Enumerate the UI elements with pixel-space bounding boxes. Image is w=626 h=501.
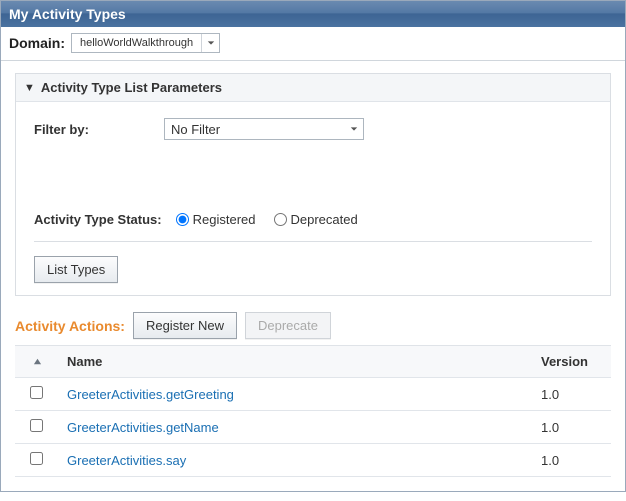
actions-row: Activity Actions: Register New Deprecate [1, 302, 625, 345]
page-title: My Activity Types [1, 1, 625, 27]
col-header-version-label: Version [541, 354, 588, 369]
status-label: Activity Type Status: [34, 212, 162, 227]
status-radio-deprecated-input[interactable] [274, 213, 287, 226]
activity-actions-label: Activity Actions: [15, 318, 125, 334]
activity-link[interactable]: GreeterActivities.say [67, 453, 186, 468]
table-row: GreeterActivities.getGreeting 1.0 [15, 378, 611, 411]
activity-link[interactable]: GreeterActivities.getName [67, 420, 219, 435]
register-new-button[interactable]: Register New [133, 312, 237, 339]
activity-link[interactable]: GreeterActivities.getGreeting [67, 387, 234, 402]
window: My Activity Types Domain: helloWorldWalk… [0, 0, 626, 492]
row-checkbox[interactable] [30, 452, 43, 465]
row-checkbox[interactable] [30, 419, 43, 432]
status-radio-registered-label: Registered [193, 212, 256, 227]
status-radio-registered-input[interactable] [176, 213, 189, 226]
chevron-down-icon [201, 34, 219, 52]
filter-select[interactable]: No Filter [164, 118, 364, 140]
domain-select[interactable]: helloWorldWalkthrough [71, 33, 220, 53]
sort-asc-icon [33, 354, 42, 369]
panel-header[interactable]: ▼ Activity Type List Parameters [16, 74, 610, 102]
params-panel: ▼ Activity Type List Parameters Filter b… [15, 73, 611, 296]
activity-version: 1.0 [531, 444, 611, 477]
table-row: GreeterActivities.getName 1.0 [15, 411, 611, 444]
table-row: GreeterActivities.say 1.0 [15, 444, 611, 477]
status-radio-deprecated[interactable]: Deprecated [274, 212, 358, 227]
row-checkbox[interactable] [30, 386, 43, 399]
col-header-version[interactable]: Version [531, 346, 611, 378]
status-radio-group: Registered Deprecated [176, 212, 358, 227]
chevron-down-icon [345, 125, 363, 133]
domain-row: Domain: helloWorldWalkthrough [1, 27, 625, 61]
domain-selected-value: helloWorldWalkthrough [72, 37, 201, 49]
activity-version: 1.0 [531, 378, 611, 411]
filter-row: Filter by: No Filter [34, 118, 592, 140]
col-header-name[interactable]: Name [57, 346, 531, 378]
panel-body: Filter by: No Filter Activity Type Statu… [16, 102, 610, 295]
filter-label: Filter by: [34, 122, 164, 137]
list-types-button[interactable]: List Types [34, 256, 118, 283]
col-header-checkbox[interactable] [15, 346, 57, 378]
domain-label: Domain: [9, 35, 65, 51]
status-radio-deprecated-label: Deprecated [291, 212, 358, 227]
activity-version: 1.0 [531, 411, 611, 444]
deprecate-button: Deprecate [245, 312, 331, 339]
status-row: Activity Type Status: Registered Depreca… [34, 212, 592, 242]
filter-value: No Filter [171, 122, 220, 137]
content-area: ▼ Activity Type List Parameters Filter b… [1, 61, 625, 302]
status-radio-registered[interactable]: Registered [176, 212, 256, 227]
activity-table-wrap: Name Version GreeterActivities.getGreeti… [1, 345, 625, 491]
collapse-icon: ▼ [24, 82, 35, 94]
activity-table: Name Version GreeterActivities.getGreeti… [15, 345, 611, 477]
col-header-name-label: Name [67, 354, 102, 369]
panel-title: Activity Type List Parameters [41, 80, 222, 95]
